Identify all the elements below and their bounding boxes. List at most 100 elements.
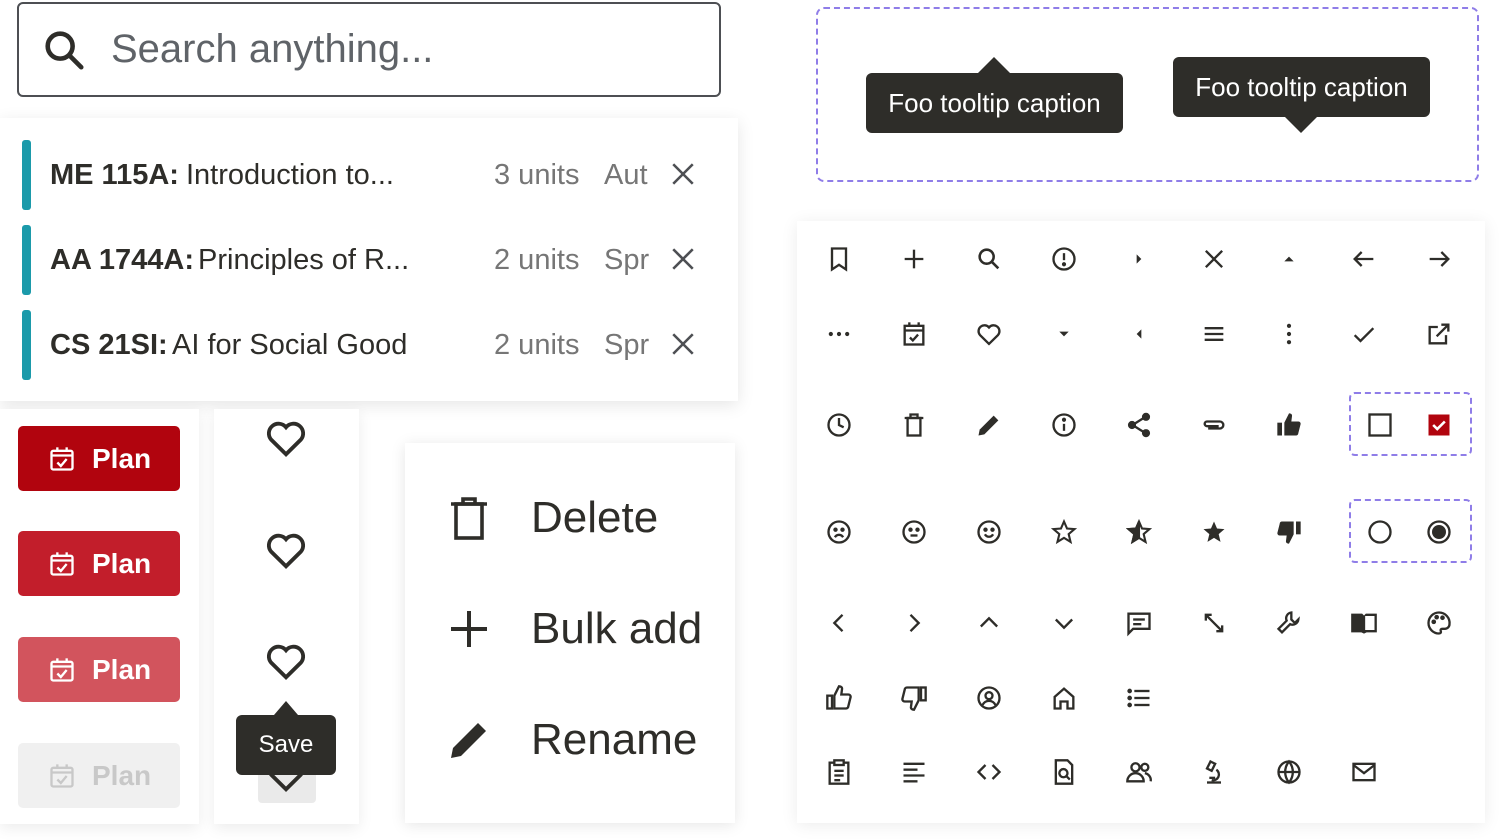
home-icon[interactable]: [1044, 678, 1084, 718]
user-circle-icon[interactable]: [969, 678, 1009, 718]
course-term: Spr: [604, 243, 650, 276]
course-list: ME 115A: Introduction to... 3 units Aut …: [0, 118, 738, 401]
expand-arrows-icon[interactable]: [1194, 603, 1234, 643]
course-row[interactable]: AA 1744A: Principles of R... 2 units Spr: [22, 225, 722, 295]
alert-circle-icon[interactable]: [1044, 239, 1084, 279]
globe-icon[interactable]: [1269, 752, 1309, 792]
pencil-icon[interactable]: [969, 405, 1009, 445]
course-term: Aut: [604, 158, 648, 191]
info-icon[interactable]: [1044, 405, 1084, 445]
paperclip-icon[interactable]: [1194, 405, 1234, 445]
search-icon: [45, 30, 84, 70]
chevron-up-icon[interactable]: [969, 603, 1009, 643]
heart-icon[interactable]: [969, 314, 1009, 354]
remove-course-icon[interactable]: [670, 246, 696, 272]
menu-item-bulk-add[interactable]: Bulk add: [445, 602, 702, 656]
chevron-left-icon[interactable]: [819, 603, 859, 643]
caret-up-icon[interactable]: [1269, 239, 1309, 279]
plan-button[interactable]: Plan: [18, 637, 180, 702]
heart-icon[interactable]: [262, 527, 310, 573]
star-filled-icon[interactable]: [1194, 512, 1234, 552]
users-icon[interactable]: [1119, 752, 1159, 792]
chevron-down-icon[interactable]: [1044, 603, 1084, 643]
external-link-icon[interactable]: [1419, 314, 1459, 354]
calendar-check-icon: [50, 446, 74, 471]
menu-icon[interactable]: [1194, 314, 1234, 354]
thumbs-down-outline-icon[interactable]: [894, 678, 934, 718]
menu-item-delete[interactable]: Delete: [445, 491, 658, 545]
menu-item-label: Rename: [531, 715, 698, 764]
course-accent-bar: [22, 225, 31, 295]
share-icon[interactable]: [1119, 405, 1159, 445]
happy-face-icon[interactable]: [969, 512, 1009, 552]
radio-unselected-icon[interactable]: [1360, 512, 1400, 552]
caret-left-icon[interactable]: [1119, 314, 1159, 354]
course-units: 2 units: [494, 243, 580, 276]
mail-icon[interactable]: [1344, 752, 1384, 792]
arrow-left-icon[interactable]: [1344, 239, 1384, 279]
plan-button[interactable]: Plan: [18, 531, 180, 596]
thumbs-up-outline-icon[interactable]: [819, 678, 859, 718]
course-row[interactable]: CS 21SI: AI for Social Good 2 units Spr: [22, 310, 722, 380]
chevron-right-icon[interactable]: [894, 603, 934, 643]
trash-icon: [451, 497, 487, 540]
more-horizontal-icon[interactable]: [819, 314, 859, 354]
tooltip-arrow-top: Foo tooltip caption: [866, 57, 1123, 133]
plan-button[interactable]: Plan: [18, 426, 180, 491]
calendar-check-icon[interactable]: [894, 314, 934, 354]
menu-item-rename[interactable]: Rename: [445, 713, 697, 767]
heart-icon[interactable]: [262, 638, 310, 684]
checkbox-unchecked-icon[interactable]: [1360, 405, 1400, 445]
palette-icon[interactable]: [1419, 603, 1459, 643]
plan-button-label: Plan: [92, 547, 152, 579]
clock-icon[interactable]: [819, 405, 859, 445]
plus-icon[interactable]: [894, 239, 934, 279]
code-icon[interactable]: [969, 752, 1009, 792]
icon-gallery: [797, 221, 1485, 823]
radio-selected-icon[interactable]: [1419, 512, 1459, 552]
calendar-check-icon: [50, 763, 74, 788]
trash-icon[interactable]: [894, 405, 934, 445]
neutral-face-icon[interactable]: [894, 512, 934, 552]
wrench-icon[interactable]: [1269, 603, 1309, 643]
course-code: CS 21SI:: [50, 328, 168, 361]
heart-button-states: Save: [214, 409, 359, 824]
course-row[interactable]: ME 115A: Introduction to... 3 units Aut: [22, 140, 722, 210]
align-left-icon[interactable]: [894, 752, 934, 792]
file-search-icon[interactable]: [1044, 752, 1084, 792]
check-icon[interactable]: [1344, 314, 1384, 354]
more-vertical-icon[interactable]: [1269, 314, 1309, 354]
plan-button-states: Plan Plan Plan Plan: [0, 409, 199, 824]
star-half-icon[interactable]: [1119, 512, 1159, 552]
caret-down-icon[interactable]: [1044, 314, 1084, 354]
comment-icon[interactable]: [1119, 603, 1159, 643]
star-outline-icon[interactable]: [1044, 512, 1084, 552]
plan-button-disabled: Plan: [18, 743, 180, 808]
heart-icon[interactable]: [262, 415, 310, 461]
bookmark-icon[interactable]: [819, 239, 859, 279]
remove-course-icon[interactable]: [670, 331, 696, 357]
course-title: Principles of R...: [198, 243, 410, 276]
plus-icon: [451, 611, 487, 647]
course-units: 2 units: [494, 328, 580, 361]
course-title: Introduction to...: [186, 158, 394, 191]
thumbs-up-filled-icon[interactable]: [1269, 405, 1309, 445]
microscope-icon[interactable]: [1194, 752, 1234, 792]
caret-right-icon[interactable]: [1119, 239, 1159, 279]
sad-face-icon[interactable]: [819, 512, 859, 552]
course-units: 3 units: [494, 158, 580, 191]
remove-course-icon[interactable]: [670, 161, 696, 187]
search-box[interactable]: [17, 2, 721, 97]
book-open-icon[interactable]: [1344, 603, 1384, 643]
search-icon[interactable]: [969, 239, 1009, 279]
close-icon[interactable]: [1194, 239, 1234, 279]
checkbox-checked-icon[interactable]: [1419, 405, 1459, 445]
clipboard-icon[interactable]: [819, 752, 859, 792]
list-icon[interactable]: [1119, 678, 1159, 718]
plan-button-label: Plan: [92, 759, 152, 791]
course-accent-bar: [22, 140, 31, 210]
thumbs-down-filled-icon[interactable]: [1269, 512, 1309, 552]
plan-button-label: Plan: [92, 653, 152, 685]
search-input[interactable]: [109, 26, 673, 73]
arrow-right-icon[interactable]: [1419, 239, 1459, 279]
